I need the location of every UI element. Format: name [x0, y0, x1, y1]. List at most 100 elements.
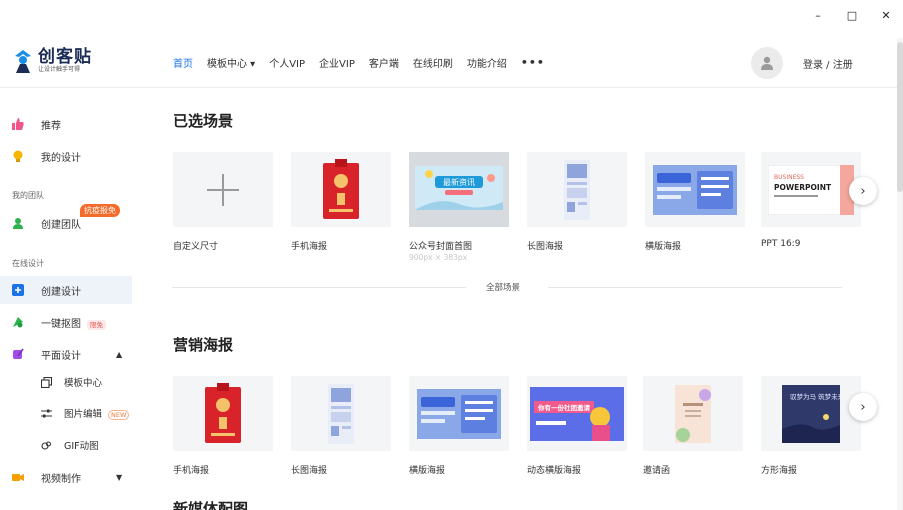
ppt-thumbnail: BUSINESS POWERPOINT [768, 164, 854, 215]
collapse-caret-icon[interactable]: ▲ [116, 350, 122, 359]
ppt-thumb-line1: BUSINESS [774, 174, 804, 181]
scene-card-long-poster[interactable]: 长图海报 [527, 152, 627, 252]
sidebar-item-label: 图片编辑 NEW [64, 406, 130, 420]
card-size: 900px × 383px [409, 253, 468, 262]
card-thumbnail: BUSINESS POWERPOINT [761, 152, 861, 227]
sidebar-item-video[interactable]: 视频制作 ▼ [0, 463, 132, 491]
sidebar-item-label: 平面设计 [41, 350, 81, 362]
marketing-card-mobile-poster[interactable]: 手机海报 [173, 376, 273, 476]
login-register-link[interactable]: 登录 / 注册 [803, 56, 853, 71]
lightbulb-icon [12, 150, 24, 162]
long-poster-thumbnail [564, 159, 590, 220]
sidebar-item-graphic-design[interactable]: 平面设计 ▲ [0, 340, 132, 368]
card-thumbnail [291, 376, 391, 451]
sidebar-group-online: 在线设计 [12, 259, 44, 268]
sidebar-item-my-designs[interactable]: 我的设计 [0, 142, 132, 170]
card-thumbnail [173, 376, 273, 451]
red-poster-thumbnail [205, 382, 241, 443]
card-label: 横版海报 [645, 242, 682, 252]
card-thumbnail [643, 376, 743, 451]
minimize-button[interactable]: – [801, 0, 835, 30]
sidebar: 推荐 我的设计 我的团队 创建团队 抗疫报免 在线设计 创建设计 一键抠图 限免… [0, 88, 140, 510]
scene-card-landscape-poster[interactable]: 横版海报 [645, 152, 745, 252]
scene-card-ppt[interactable]: BUSINESS POWERPOINT PPT 16:9 [761, 152, 861, 249]
invitation-thumbnail [675, 384, 711, 443]
nav-features[interactable]: 功能介绍 [467, 55, 507, 70]
square-poster-thumbnail: 驭梦为马 筑梦未来 [782, 384, 840, 443]
wechat-thumb-text: 最新资讯 [443, 177, 475, 187]
card-label: 手机海报 [291, 242, 328, 252]
card-label: 动态横版海报 [527, 466, 582, 476]
marketing-card-square-poster[interactable]: 驭梦为马 筑梦未来 方形海报 [761, 376, 861, 476]
all-scenes-divider: 全部场景 [172, 281, 842, 293]
plus-icon [207, 173, 239, 206]
landscape-poster-thumbnail [417, 388, 501, 439]
next-arrow-button[interactable]: › [849, 177, 877, 205]
dynamic-thumb-text: 你有一份社团邀请 [537, 403, 591, 412]
square-thumb-text: 驭梦为马 筑梦未来 [790, 392, 840, 401]
nav-template-center[interactable]: 模板中心 ▾ [207, 55, 255, 70]
logo-name: 创客贴 [38, 47, 92, 67]
landscape-poster-thumbnail [653, 164, 737, 215]
sidebar-group-team: 我的团队 [12, 191, 44, 200]
expand-caret-icon[interactable]: ▼ [116, 473, 122, 482]
scene-card-wechat-cover[interactable]: 最新资讯 公众号封面首图 900px × 383px [409, 152, 509, 262]
sidebar-subitem-gif[interactable]: GIF动图 [0, 433, 132, 457]
scrollbar-thumb[interactable] [897, 42, 903, 192]
card-thumbnail: 最新资讯 [409, 152, 509, 227]
card-label: 横版海报 [409, 466, 446, 476]
cutout-icon [12, 316, 24, 328]
marketing-card-landscape-poster[interactable]: 横版海报 [409, 376, 509, 476]
sidebar-item-create-team[interactable]: 创建团队 抗疫报免 [0, 204, 132, 237]
team-icon [12, 217, 24, 229]
scene-card-custom-size[interactable]: 自定义尺寸 [173, 152, 273, 252]
card-thumbnail: 驭梦为马 筑梦未来 [761, 376, 861, 451]
sidebar-item-recommend[interactable]: 推荐 [0, 110, 132, 138]
sidebar-item-label: 推荐 [41, 120, 61, 132]
template-icon [41, 376, 52, 388]
marketing-card-long-poster[interactable]: 长图海报 [291, 376, 391, 476]
sidebar-subitem-image-edit[interactable]: 图片编辑 NEW [0, 401, 132, 425]
card-label: 手机海报 [173, 466, 210, 476]
sidebar-subitem-template-center[interactable]: 模板中心 [0, 370, 132, 394]
scene-card-mobile-poster[interactable]: 手机海报 [291, 152, 391, 252]
card-thumbnail [409, 376, 509, 451]
long-poster-thumbnail [328, 383, 354, 444]
card-thumbnail [645, 152, 745, 227]
marketing-card-dynamic-poster[interactable]: 你有一份社团邀请 动态横版海报 [527, 376, 627, 476]
sidebar-item-cutout[interactable]: 一键抠图 限免 [0, 308, 132, 336]
user-icon [761, 56, 773, 70]
nav-home[interactable]: 首页 [173, 55, 193, 70]
sidebar-item-label: 我的设计 [41, 152, 81, 164]
logo-mark-icon [15, 50, 31, 73]
marketing-card-invitation[interactable]: 邀请函 [643, 376, 743, 476]
free-tag: 限免 [87, 319, 106, 330]
nav-client[interactable]: 客户端 [369, 55, 399, 70]
card-label: 邀请函 [643, 466, 671, 476]
nav-more-button[interactable]: ••• [521, 56, 545, 69]
close-button[interactable]: ✕ [869, 0, 903, 30]
card-thumbnail [527, 152, 627, 227]
brush-icon [12, 348, 24, 360]
top-navbar: 创客贴 让设计触手可得 首页 模板中心 ▾ 个人VIP 企业VIP 客户端 在线… [0, 38, 897, 88]
sidebar-item-label: 创建团队 [41, 219, 81, 231]
sidebar-item-label: 模板中心 [64, 378, 103, 389]
wechat-cover-thumbnail: 最新资讯 [415, 166, 503, 210]
promo-badge: 抗疫报免 [80, 204, 120, 217]
next-arrow-button[interactable]: › [849, 393, 877, 421]
avatar[interactable] [751, 47, 783, 79]
card-label: 长图海报 [527, 242, 564, 252]
dynamic-poster-thumbnail: 你有一份社团邀请 [530, 386, 624, 441]
logo[interactable]: 创客贴 让设计触手可得 [12, 48, 92, 74]
nav-enterprise-vip[interactable]: 企业VIP [319, 55, 355, 70]
sliders-icon [41, 408, 52, 419]
card-thumbnail: 你有一份社团邀请 [527, 376, 627, 451]
sidebar-item-label: 视频制作 [41, 473, 81, 485]
nav-personal-vip[interactable]: 个人VIP [269, 55, 305, 70]
nav-online-print[interactable]: 在线印刷 [413, 55, 453, 70]
maximize-button[interactable]: □ [835, 0, 869, 30]
section-title-marketing: 营销海报 [173, 336, 234, 354]
logo-slogan: 让设计触手可得 [38, 66, 81, 73]
all-scenes-label: 全部场景 [480, 281, 527, 293]
sidebar-item-create-design[interactable]: 创建设计 [0, 276, 132, 304]
